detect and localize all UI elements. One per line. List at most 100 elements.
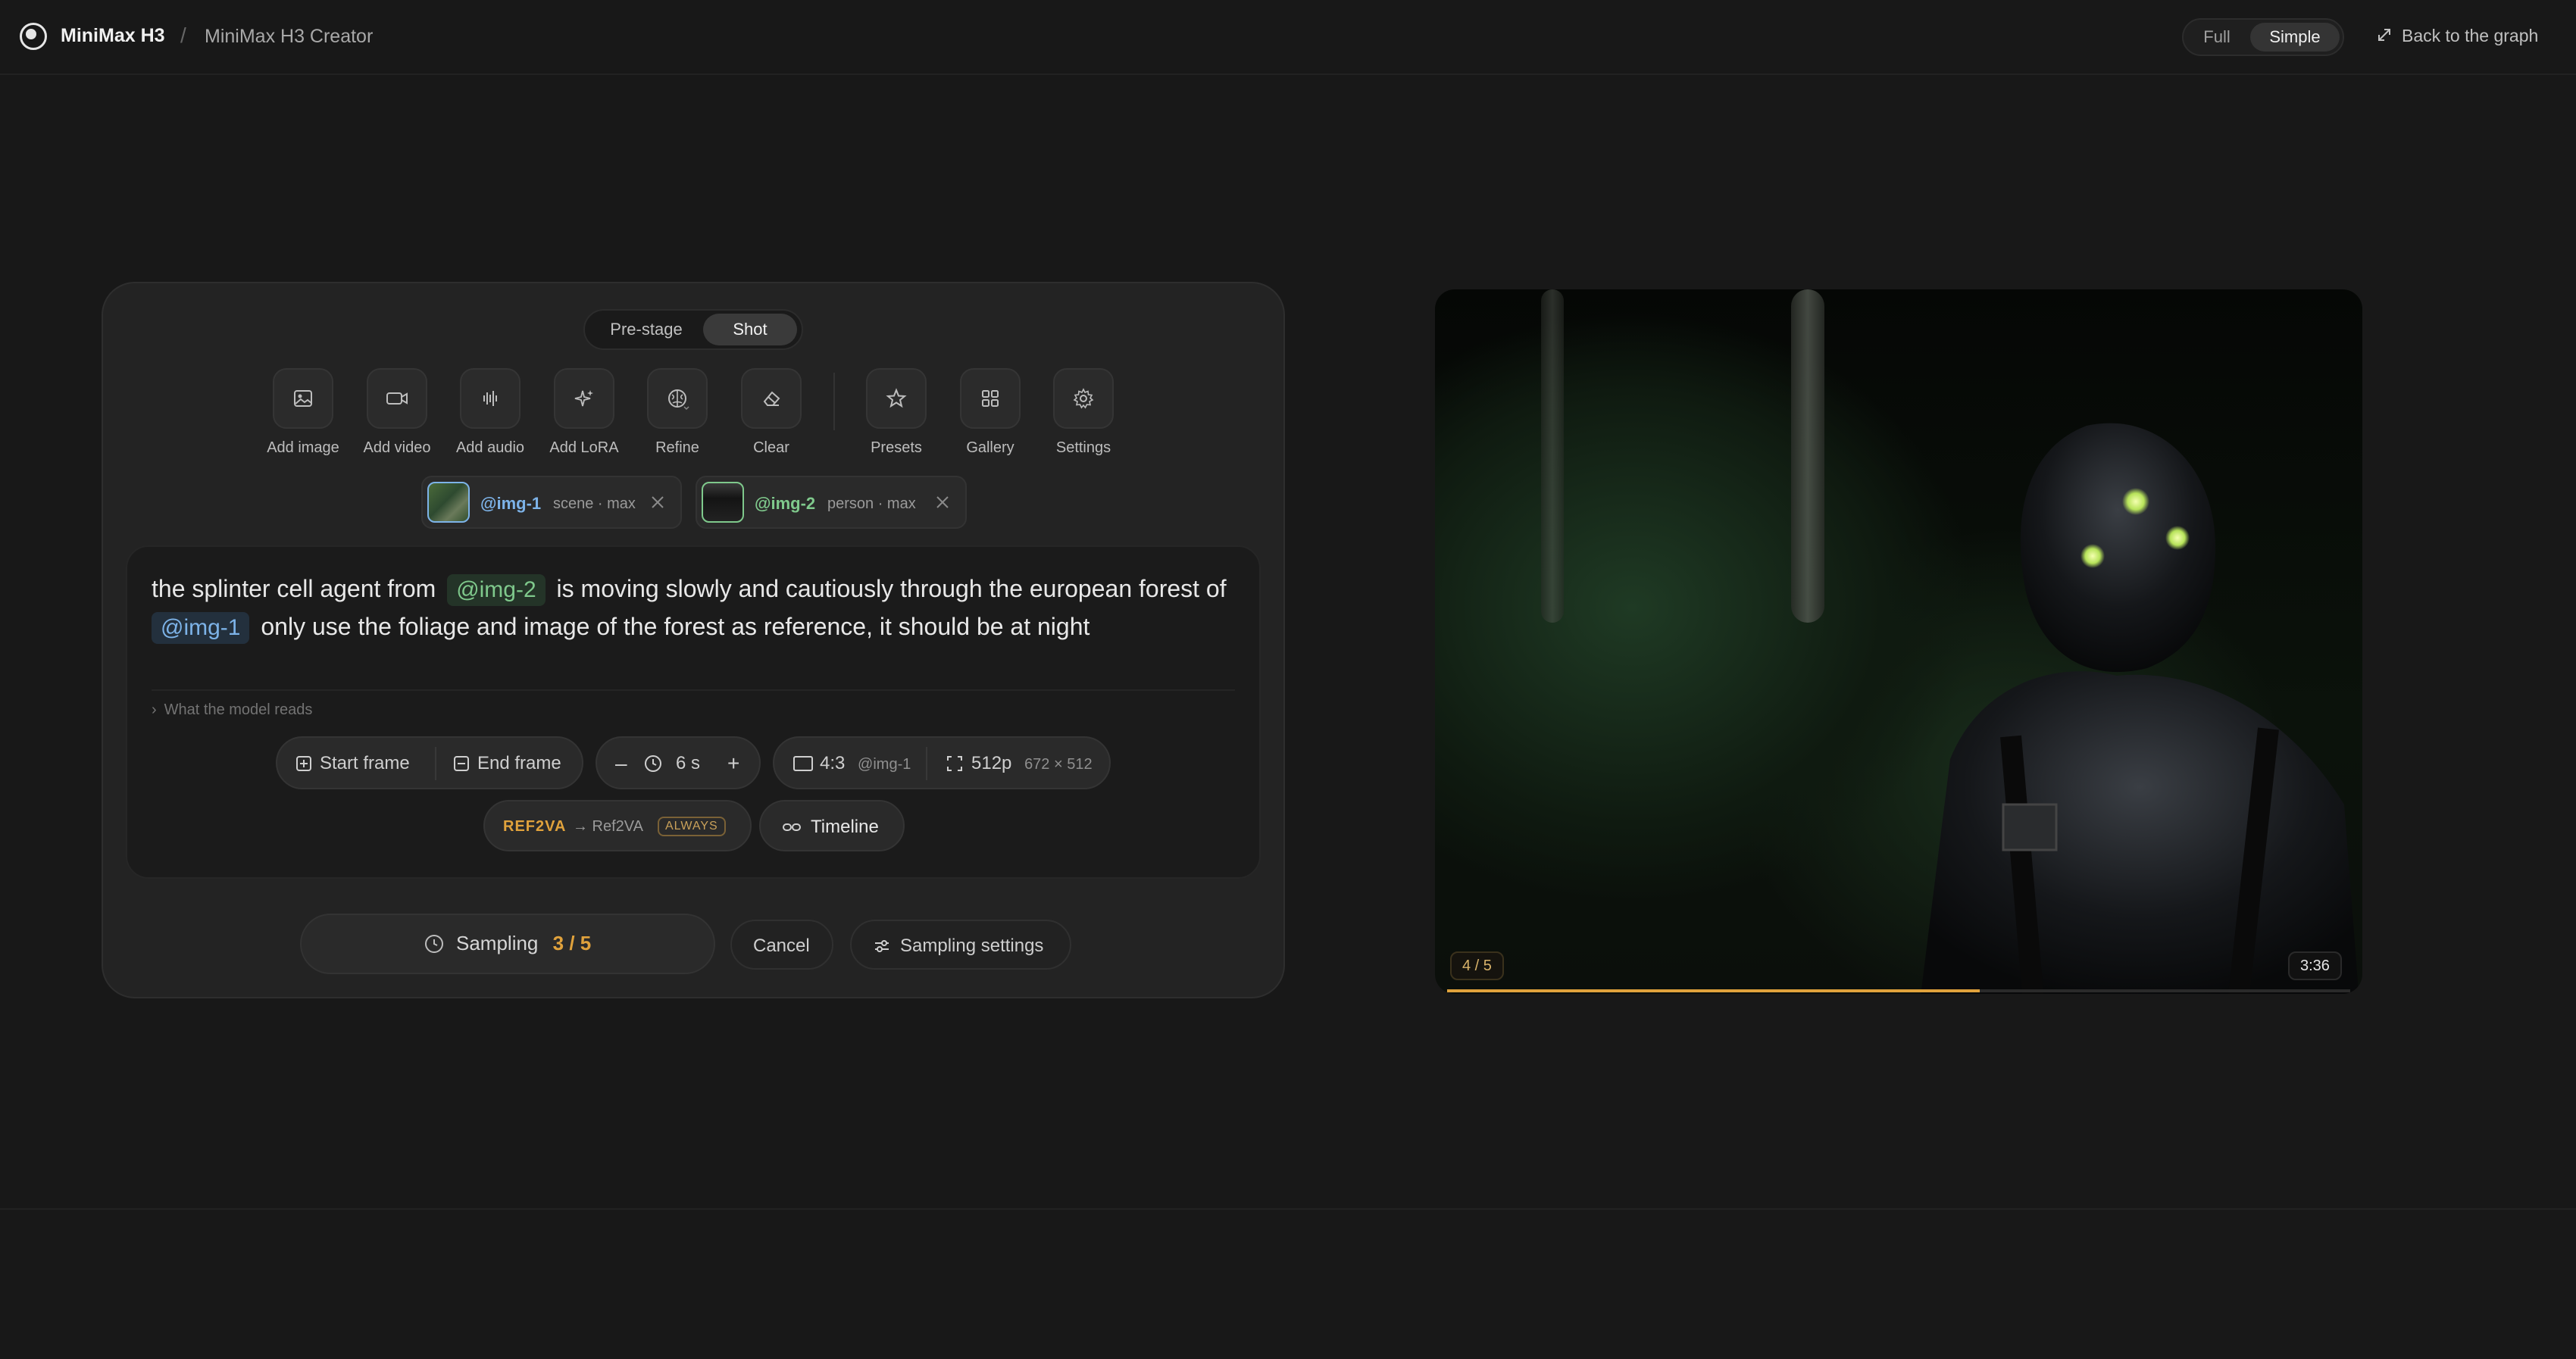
mode-target: → Ref2VA bbox=[573, 818, 643, 835]
duration-decrease-button[interactable]: – bbox=[615, 751, 627, 776]
add-image-button[interactable]: Add image bbox=[258, 368, 349, 457]
clock-icon bbox=[425, 935, 443, 953]
presets-button[interactable]: Presets bbox=[851, 368, 942, 457]
settings-label: Settings bbox=[1055, 439, 1111, 456]
pill-divider bbox=[435, 747, 436, 780]
aspect-rect-icon bbox=[793, 756, 813, 771]
timeline-label: Timeline bbox=[811, 817, 879, 837]
start-frame-label: Start frame bbox=[320, 753, 410, 773]
preview-tree-trunk bbox=[1541, 289, 1564, 623]
frame-controls: Start frame End frame bbox=[276, 736, 583, 789]
eraser-icon bbox=[741, 368, 802, 429]
gallery-label: Gallery bbox=[966, 439, 1014, 456]
mode-tag: REF2VA bbox=[503, 818, 567, 835]
prompt-text[interactable]: the splinter cell agent from @img-2 is m… bbox=[152, 570, 1243, 645]
add-video-button[interactable]: Add video bbox=[352, 368, 442, 457]
pill-divider bbox=[926, 747, 927, 780]
breadcrumb-separator: / bbox=[180, 23, 186, 47]
view-mode-full[interactable]: Full bbox=[2188, 23, 2246, 52]
format-controls: 4:3 @img-1 512p 672 × 512 bbox=[773, 736, 1111, 789]
top-bar: MiniMax H3 / MiniMax H3 Creator Full Sim… bbox=[0, 0, 2576, 75]
chevron-right-icon: › bbox=[152, 701, 157, 718]
resolution-size: 672 × 512 bbox=[1024, 756, 1093, 773]
model-reads-label: What the model reads bbox=[164, 701, 313, 718]
mention-img-1[interactable]: @img-1 bbox=[152, 612, 250, 644]
start-frame-button[interactable]: Start frame bbox=[295, 753, 410, 774]
reference-chip-img-1[interactable]: @img-1 scene · max bbox=[421, 476, 682, 529]
clear-button[interactable]: Clear bbox=[726, 368, 817, 457]
add-audio-label: Add audio bbox=[455, 439, 525, 456]
add-video-label: Add video bbox=[363, 439, 431, 456]
preview-duration: 3:36 bbox=[2288, 951, 2342, 980]
tab-pre-stage[interactable]: Pre-stage bbox=[591, 314, 702, 345]
reference-id: @img-2 bbox=[755, 494, 816, 513]
breadcrumb-current: MiniMax H3 Creator bbox=[205, 26, 374, 47]
view-mode-simple[interactable]: Simple bbox=[2250, 23, 2340, 52]
add-square-icon bbox=[296, 756, 311, 771]
clear-label: Clear bbox=[753, 439, 789, 456]
add-lora-button[interactable]: Add LoRA bbox=[539, 368, 630, 457]
resolution-button[interactable]: 512p 672 × 512 bbox=[946, 753, 1093, 774]
reference-id: @img-1 bbox=[480, 494, 542, 513]
star-icon bbox=[866, 368, 927, 429]
aspect-ratio-button[interactable]: 4:3 @img-1 bbox=[792, 753, 911, 774]
add-audio-button[interactable]: Add audio bbox=[445, 368, 536, 457]
duration-value: 6 s bbox=[644, 753, 700, 774]
close-icon bbox=[652, 496, 664, 508]
view-mode-switch: Full Simple bbox=[2182, 18, 2344, 56]
sampling-progress: 3 / 5 bbox=[552, 932, 592, 954]
sparkle-icon bbox=[554, 368, 614, 429]
prompt-segment: is moving slowly and cautiously through … bbox=[556, 575, 1227, 602]
sampling-status: Sampling 3 / 5 bbox=[424, 932, 591, 955]
sampling-status-button[interactable]: Sampling 3 / 5 bbox=[300, 914, 715, 974]
video-preview[interactable] bbox=[1435, 289, 2362, 994]
timeline-content: Timeline bbox=[782, 817, 879, 838]
gallery-button[interactable]: Gallery bbox=[945, 368, 1036, 457]
preview-agent-figure bbox=[1921, 423, 2359, 994]
remove-reference-button[interactable] bbox=[935, 494, 950, 515]
video-camera-icon bbox=[367, 368, 427, 429]
preview-progress-track[interactable] bbox=[1447, 989, 2350, 992]
brain-icon bbox=[647, 368, 708, 429]
preview-tree-trunk bbox=[1791, 289, 1824, 623]
back-to-graph-link[interactable]: Back to the graph bbox=[2376, 26, 2538, 48]
sampling-settings-content: Sampling settings bbox=[873, 936, 1043, 957]
clock-icon bbox=[645, 755, 661, 772]
aspect-ratio-value: 4:3 bbox=[820, 753, 846, 773]
duration-increase-button[interactable]: + bbox=[727, 751, 739, 776]
image-icon bbox=[273, 368, 333, 429]
sampling-settings-label: Sampling settings bbox=[900, 936, 1044, 956]
stage-tabs: Pre-stage Shot bbox=[583, 309, 803, 350]
footer-divider bbox=[0, 1208, 2576, 1210]
cancel-button[interactable]: Cancel bbox=[730, 920, 833, 970]
refine-button[interactable]: Refine bbox=[632, 368, 723, 457]
fullscreen-icon bbox=[947, 756, 962, 771]
preview-counter: 4 / 5 bbox=[1450, 951, 1504, 980]
toolbar-divider bbox=[833, 373, 835, 430]
settings-button[interactable]: Settings bbox=[1038, 368, 1129, 457]
reference-meta: scene · max bbox=[553, 495, 636, 512]
sampling-settings-button[interactable]: Sampling settings bbox=[850, 920, 1071, 970]
sliders-icon bbox=[875, 940, 889, 952]
brand-name: MiniMax H3 bbox=[61, 25, 165, 46]
refine-label: Refine bbox=[655, 439, 699, 456]
reference-thumbnail bbox=[427, 482, 470, 523]
generation-mode-button[interactable]: REF2VA → Ref2VA ALWAYS bbox=[483, 800, 752, 851]
add-image-label: Add image bbox=[267, 439, 339, 456]
sampling-label: Sampling bbox=[456, 932, 539, 954]
reference-chip-img-2[interactable]: @img-2 person · max bbox=[696, 476, 967, 529]
reference-thumbnail bbox=[702, 482, 744, 523]
tab-shot[interactable]: Shot bbox=[703, 314, 797, 345]
timeline-button[interactable]: Timeline bbox=[759, 800, 905, 851]
minus-square-icon bbox=[454, 756, 469, 771]
aspect-ratio-source: @img-1 bbox=[858, 756, 911, 773]
mode-badge: ALWAYS bbox=[658, 817, 726, 836]
end-frame-button[interactable]: End frame bbox=[453, 753, 561, 774]
remove-reference-button[interactable] bbox=[650, 494, 665, 515]
model-reads-toggle[interactable]: › What the model reads bbox=[152, 701, 312, 719]
mention-img-2[interactable]: @img-2 bbox=[447, 574, 546, 606]
duration-stepper: – 6 s + bbox=[596, 736, 761, 789]
cancel-label: Cancel bbox=[753, 936, 810, 956]
add-lora-label: Add LoRA bbox=[549, 439, 619, 456]
brand-logo-icon bbox=[20, 23, 47, 50]
